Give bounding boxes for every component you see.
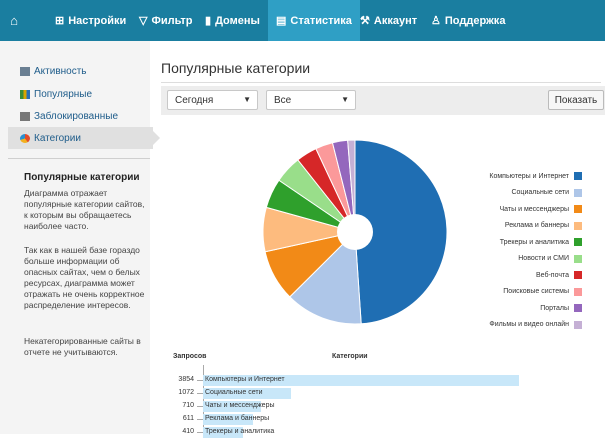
pie-center-hole — [337, 214, 373, 250]
legend-swatch — [574, 205, 582, 213]
info-title: Популярные категории — [24, 172, 140, 183]
scope-select[interactable]: Все ▼ — [266, 90, 356, 110]
legend-item[interactable]: Трекеры и аналитика — [499, 237, 582, 247]
wrench-icon: ⚒ — [360, 15, 370, 27]
chevron-down-icon: ▼ — [243, 95, 251, 104]
sidebar-item-label: Заблокированные — [34, 110, 119, 122]
sidebar-item-label: Категории — [34, 132, 81, 144]
info-paragraph: Так как в нашей базе гораздо больше инфо… — [24, 245, 145, 310]
bar-category-label: Социальные сети — [205, 389, 263, 396]
nav-label: Аккаунт — [373, 14, 418, 27]
nav-label: Статистика — [290, 14, 352, 27]
bar-category-label: Компьютеры и Интернет — [205, 376, 285, 383]
legend-swatch — [574, 188, 582, 197]
legend-item[interactable]: Фильмы и видео онлайн — [489, 320, 582, 330]
sidebar-item-categories[interactable]: Категории — [20, 128, 81, 148]
legend-item[interactable]: Поисковые системы — [503, 287, 582, 297]
legend-label: Трекеры и аналитика — [499, 238, 569, 246]
pie-chart-icon — [20, 133, 30, 143]
legend-item[interactable]: Социальные сети — [511, 188, 582, 198]
pie-chart — [262, 139, 448, 325]
legend-label: Реклама и баннеры — [504, 222, 569, 229]
legend-swatch — [574, 254, 582, 263]
chevron-down-icon: ▼ — [341, 95, 349, 104]
sidebar-item-popular[interactable]: Популярные — [20, 84, 92, 104]
nav-label: Фильтр — [151, 14, 193, 27]
period-select[interactable]: Сегодня ▼ — [167, 90, 258, 110]
sidebar-divider — [8, 158, 150, 159]
info-paragraph: Некатегорированные сайты в отчете не учи… — [24, 336, 141, 357]
categories-header: Категории — [332, 353, 368, 360]
info-paragraph: Диаграмма отражает популярные категории … — [24, 188, 145, 231]
requests-header: Запросов — [173, 353, 207, 360]
user-icon: ♙ — [431, 15, 441, 27]
sidebar-item-label: Активность — [34, 65, 87, 77]
nav-support[interactable]: ♙ Поддержка — [431, 0, 505, 41]
filter-icon: ▽ — [139, 15, 148, 27]
legend-label: Веб-почта — [535, 271, 569, 279]
bar-value-label: 710 — [182, 402, 194, 409]
legend-item[interactable]: Реклама и баннеры — [504, 221, 582, 231]
nav-statistics[interactable]: ▤ Статистика — [268, 0, 360, 41]
nav-label: Домены — [215, 14, 260, 27]
period-select-value: Сегодня — [175, 94, 214, 106]
activity-icon — [20, 66, 30, 76]
chart-icon: ▤ — [276, 15, 287, 27]
legend-item[interactable]: Порталы — [540, 303, 582, 313]
show-button[interactable]: Показать — [548, 90, 604, 110]
title-divider — [161, 82, 601, 83]
legend-label: Компьютеры и Интернет — [489, 172, 569, 180]
bar-category-label: Реклама и баннеры — [205, 415, 270, 422]
legend-label: Порталы — [540, 304, 569, 312]
legend-swatch — [574, 287, 582, 296]
nav-label: Настройки — [68, 14, 127, 27]
legend-label: Социальные сети — [511, 189, 569, 196]
nav-home[interactable]: ⌂ — [4, 0, 24, 41]
legend-label: Новости и СМИ — [518, 255, 569, 262]
legend-label: Чаты и мессенджеры — [499, 205, 570, 213]
legend-swatch — [574, 238, 582, 246]
legend-item[interactable]: Новости и СМИ — [518, 254, 582, 264]
bar-chart-icon — [20, 89, 30, 99]
blocked-icon — [20, 111, 30, 121]
legend-swatch — [574, 304, 582, 312]
legend-swatch — [574, 271, 582, 279]
nav-filter[interactable]: ▽ Фильтр — [139, 0, 193, 41]
sidebar-item-label: Популярные — [34, 88, 93, 100]
bar-value-label: 3854 — [178, 376, 194, 383]
legend-label: Поисковые системы — [503, 288, 569, 295]
nav-settings[interactable]: ⊞ Настройки — [55, 0, 126, 41]
home-icon: ⌂ — [10, 13, 18, 28]
page-title: Популярные категории — [161, 60, 311, 76]
scope-select-value: Все — [274, 94, 292, 106]
bar-value-label: 1072 — [178, 389, 194, 396]
legend-item[interactable]: Чаты и мессенджеры — [499, 204, 582, 214]
legend-swatch — [574, 221, 582, 230]
legend-label: Фильмы и видео онлайн — [489, 321, 569, 328]
legend-item[interactable]: Компьютеры и Интернет — [489, 171, 582, 181]
sidebar-item-blocked[interactable]: Заблокированные — [20, 106, 118, 126]
bar-category-label: Чаты и мессенджеры — [205, 402, 275, 409]
legend-swatch — [574, 172, 582, 180]
nav-account[interactable]: ⚒ Аккаунт — [360, 0, 417, 41]
legend-item[interactable]: Веб-почта — [535, 270, 582, 280]
legend-swatch — [574, 320, 582, 329]
nav-domains[interactable]: ▮ Домены — [205, 0, 260, 41]
document-icon: ▮ — [205, 15, 212, 27]
nav-label: Поддержка — [444, 14, 506, 27]
sidebar-item-activity[interactable]: Активность — [20, 61, 87, 81]
sitemap-icon: ⊞ — [55, 15, 65, 27]
bar-value-label: 611 — [182, 415, 194, 422]
